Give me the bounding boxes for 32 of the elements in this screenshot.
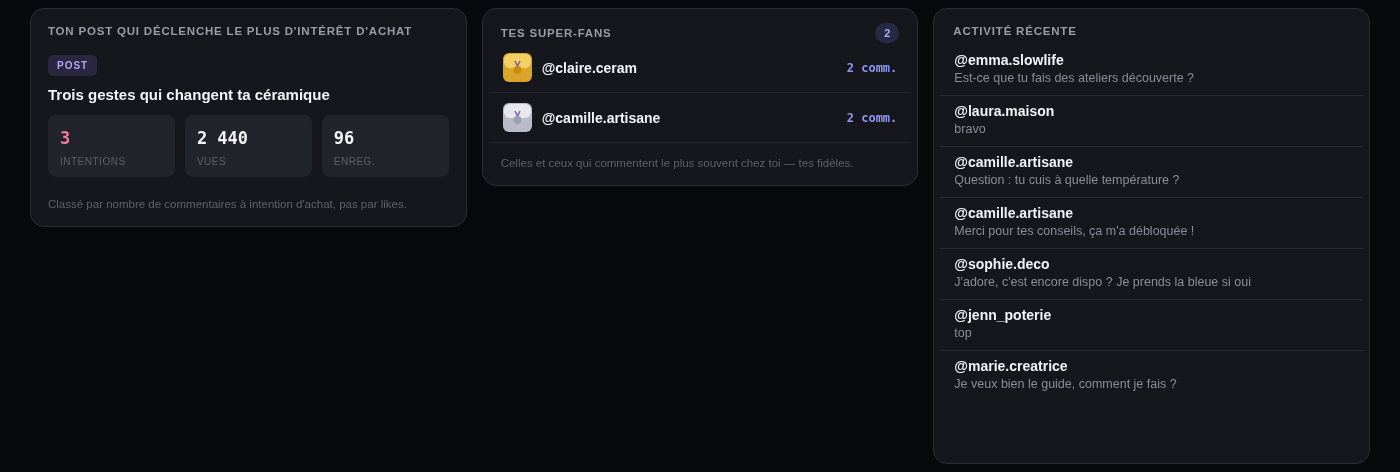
comment-author: @marie.creatrice <box>954 358 1069 374</box>
comment-text: Merci pour tes conseils, ça m'a débloquée ! <box>954 224 1196 238</box>
comment-text: Est-ce que tu fais des ateliers découverte ? <box>954 71 1196 85</box>
comment-text: bravo <box>954 122 987 136</box>
comment-author: @laura.maison <box>954 103 1056 119</box>
post-badge: POST <box>48 55 98 76</box>
comment-text: Question : tu cuis à quelle température ? <box>954 173 1181 187</box>
comment-count: 2 comm. <box>846 60 898 75</box>
stat-value: 96 <box>333 128 356 148</box>
stat-label: VUES <box>196 156 228 167</box>
comment-text: Je veux bien le guide, comment je fais ? <box>954 377 1178 391</box>
stat-value: 3 <box>60 128 72 148</box>
comment-author: @camille.artisane <box>954 205 1075 221</box>
comment-count: 2 comm. <box>846 110 898 125</box>
card-title: TES SUPER-FANS <box>500 27 612 39</box>
post-title: Trois gestes qui changent ta céramique <box>48 86 331 103</box>
count-badge: 2 <box>875 23 900 43</box>
footnote: Classé par nombre de commentaires à intention d'achat, pas par likes. <box>48 198 408 210</box>
card-title: TON POST QUI DÉCLENCHE LE PLUS D'INTÉRÊT D'ACHAT <box>48 25 414 37</box>
stat-label: ENREG. <box>333 156 377 167</box>
comment-text: top <box>954 326 973 340</box>
card-title: ACTIVITÉ RÉCENTE <box>952 24 1078 39</box>
stat-label: INTENTIONS <box>60 156 127 167</box>
comment-text: J'adore, c'est encore dispo ? Je prends la bleue si oui <box>954 275 1252 289</box>
stat-value: 2 440 <box>196 128 250 148</box>
comment-author: @camille.artisane <box>954 154 1075 170</box>
comment-author: @sophie.deco <box>954 256 1051 272</box>
fan-handle: @claire.ceram <box>541 59 639 76</box>
footnote: Celles et ceux qui commentent le plus souvent chez toi — tes fidèles. <box>499 157 855 169</box>
comment-author: @emma.slowlife <box>954 52 1065 68</box>
fan-handle: @camille.artisane <box>541 109 662 126</box>
comment-author: @jenn_poterie <box>954 307 1053 323</box>
